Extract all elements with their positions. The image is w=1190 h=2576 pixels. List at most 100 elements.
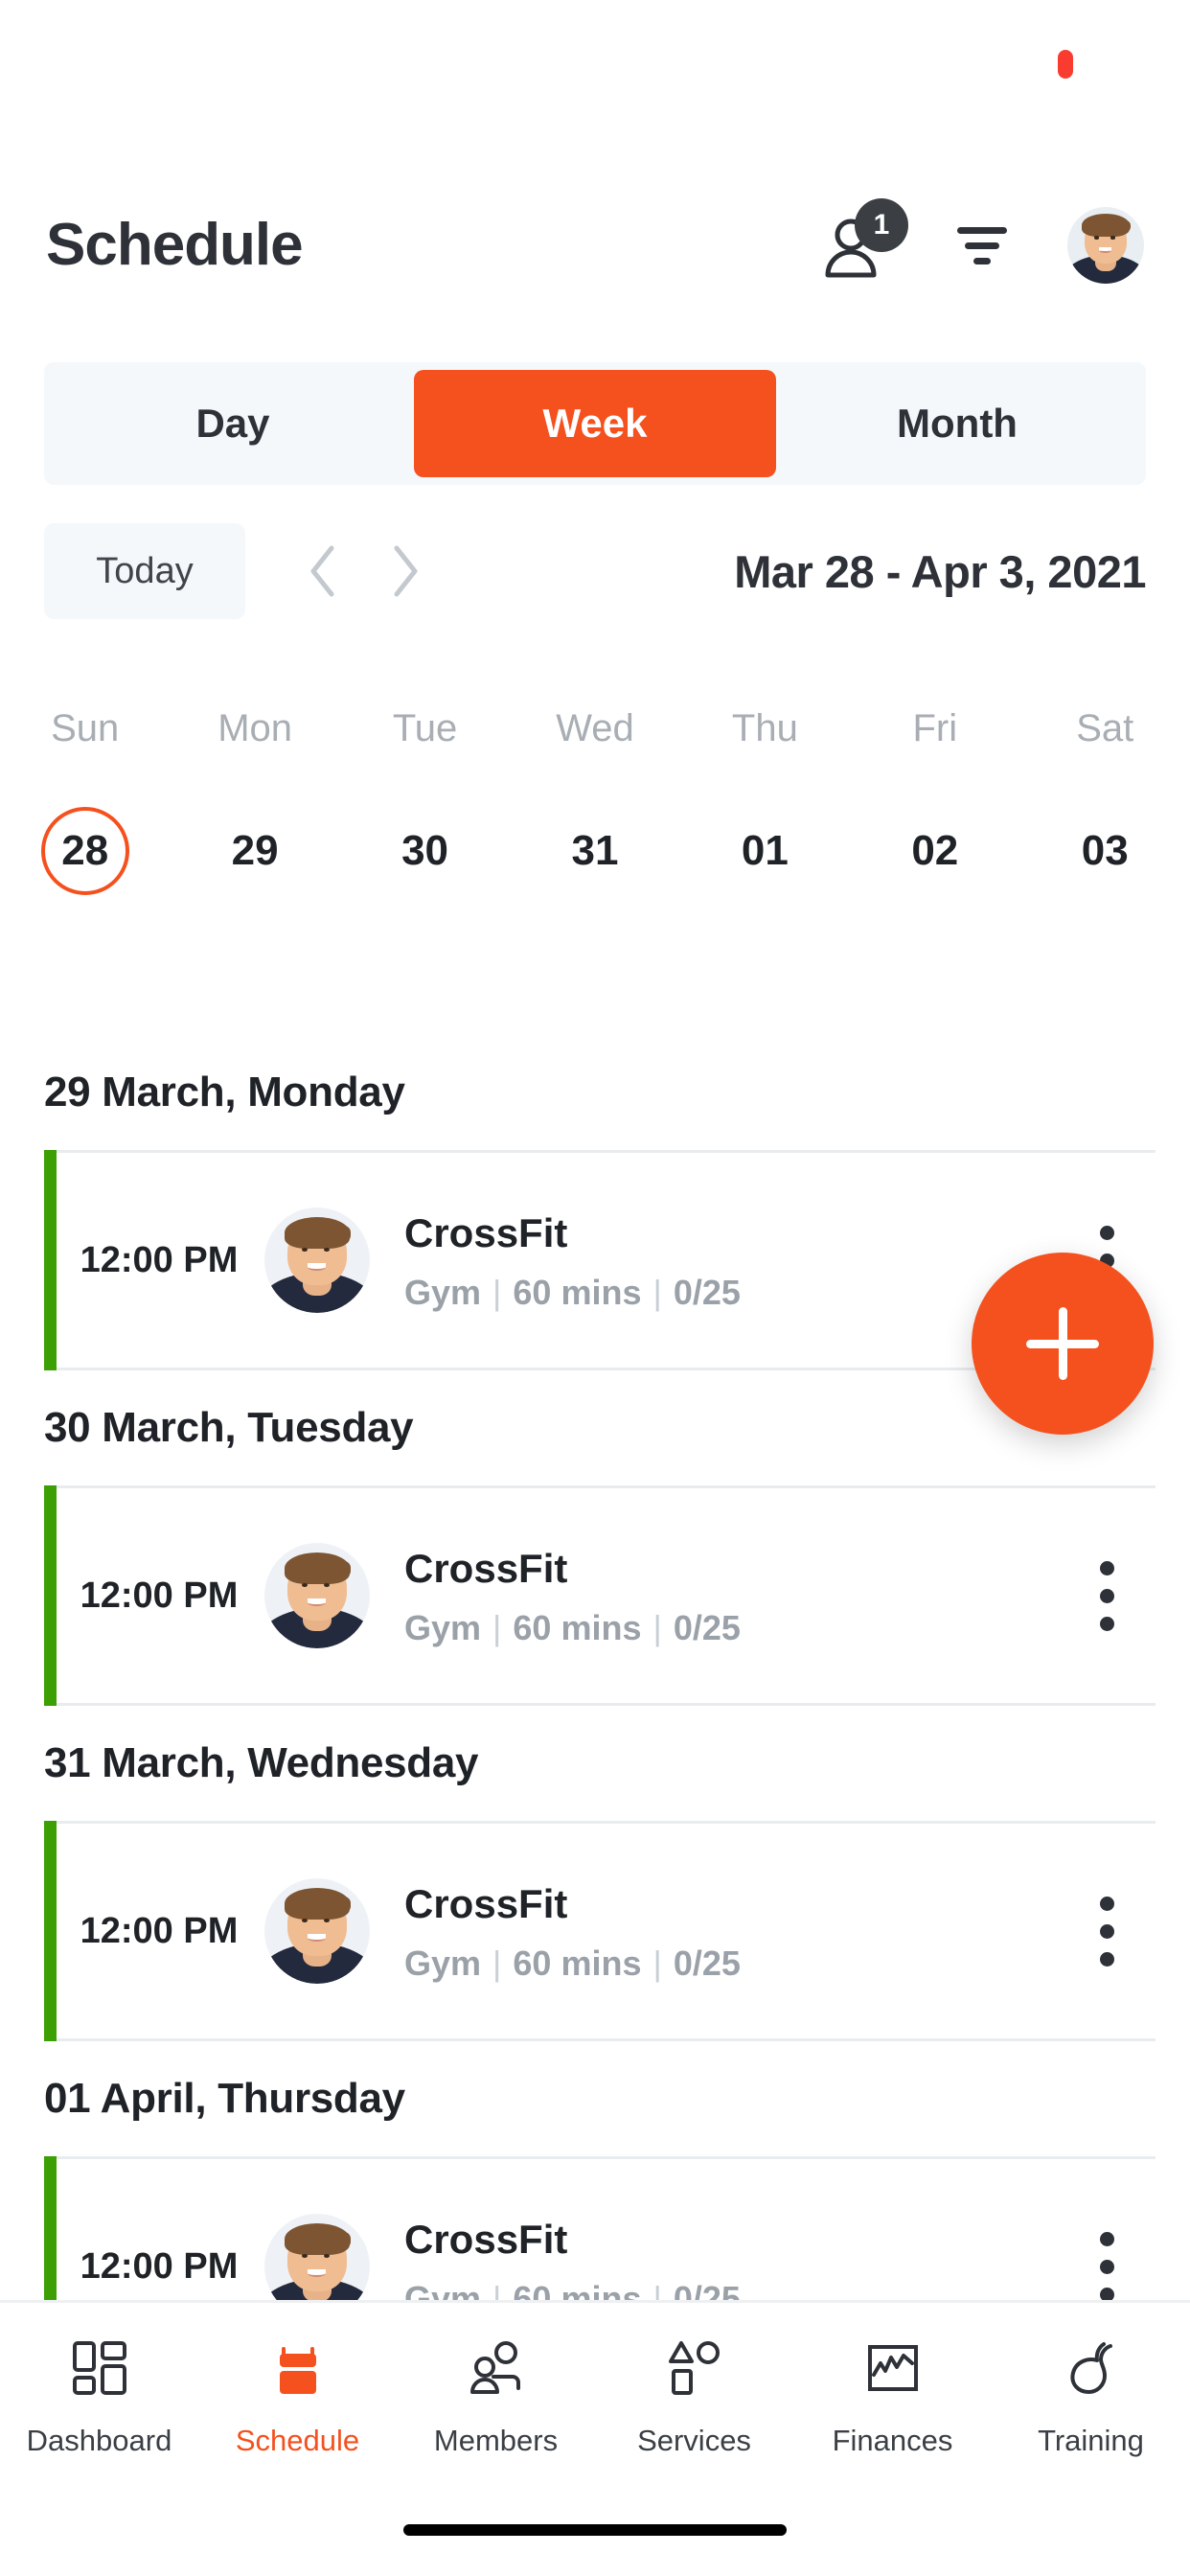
date-cell-selected[interactable]: 28: [40, 807, 129, 895]
nav-item-training[interactable]: Training: [992, 2332, 1190, 2458]
meta-separator: |: [652, 1273, 662, 1313]
date-range-label: Mar 28 - Apr 3, 2021: [734, 545, 1146, 597]
day-header: 31 March, Wednesday: [44, 1739, 479, 1786]
avatar-face: [1067, 207, 1144, 284]
next-week-button[interactable]: [364, 523, 446, 619]
tab-week[interactable]: Week: [414, 370, 776, 477]
recording-indicator-icon: [1058, 50, 1073, 79]
event-time: 12:00 PM: [80, 1575, 239, 1616]
event-meta: Gym | 60 mins | 0/25: [404, 1276, 1064, 1310]
page-title: Schedule: [46, 212, 304, 278]
weekday-label: Fri: [912, 707, 958, 749]
event-time: 12:00 PM: [80, 2245, 239, 2287]
schedule-list[interactable]: 29 March, Monday 12:00 PM CrossFit Gym | 6…: [0, 1035, 1190, 2324]
date-cell[interactable]: 03: [1061, 807, 1149, 895]
weekday-label: Sat: [1076, 707, 1134, 749]
nav-label: Members: [433, 2424, 559, 2457]
event-title: CrossFit: [404, 1545, 568, 1591]
date-cell[interactable]: 31: [551, 807, 639, 895]
day-header: 29 March, Monday: [44, 1069, 405, 1116]
nav-item-finances[interactable]: Finances: [793, 2332, 992, 2458]
chart-icon: [863, 2332, 923, 2404]
header-actions: 1: [822, 198, 1144, 284]
event-card[interactable]: 12:00 PM CrossFit Gym | 60 mins | 0/25: [44, 2156, 1156, 2324]
tab-day[interactable]: Day: [52, 370, 414, 477]
nav-item-members[interactable]: Members: [397, 2332, 595, 2458]
filter-line-1: [957, 226, 1007, 234]
event-trainer-avatar: [264, 1543, 370, 1648]
date-navigation: Today Mar 28 - Apr 3, 2021: [44, 518, 1146, 625]
date-cell[interactable]: 01: [721, 807, 809, 895]
shapes-icon: [665, 2332, 724, 2404]
meta-separator: |: [492, 1608, 502, 1648]
event-capacity: 0/25: [673, 1273, 741, 1313]
event-duration: 60 mins: [513, 1273, 642, 1313]
nav-label: Finances: [832, 2424, 953, 2457]
event-duration: 60 mins: [513, 1944, 642, 1984]
calendar-icon: [268, 2332, 328, 2404]
meta-separator: |: [492, 1273, 502, 1313]
date-cell[interactable]: 30: [381, 807, 469, 895]
weekday-label: Wed: [556, 707, 634, 749]
app-header: Schedule 1: [0, 188, 1190, 303]
notification-badge: 1: [855, 198, 908, 252]
people-icon: [467, 2332, 526, 2404]
event-title: CrossFit: [404, 2216, 568, 2262]
nav-item-dashboard[interactable]: Dashboard: [0, 2332, 198, 2458]
weekday-label: Tue: [392, 707, 458, 749]
event-card[interactable]: 12:00 PM CrossFit Gym | 60 mins | 0/25: [44, 1821, 1156, 2041]
weekday-dates-row: 28 29 30 31 01 02 03: [0, 807, 1190, 895]
meta-separator: |: [652, 1944, 662, 1984]
event-time: 12:00 PM: [80, 1239, 239, 1280]
event-meta: Gym | 60 mins | 0/25: [404, 1611, 1064, 1645]
nav-item-schedule[interactable]: Schedule: [198, 2332, 397, 2458]
avatar[interactable]: [1067, 207, 1144, 284]
event-options-button[interactable]: [1064, 1896, 1150, 1966]
event-capacity: 0/25: [673, 1944, 741, 1984]
event-info: CrossFit Gym | 60 mins | 0/25: [404, 1210, 1064, 1310]
event-location: Gym: [404, 1944, 482, 1984]
day-header: 01 April, Thursday: [44, 2075, 405, 2122]
tab-month[interactable]: Month: [776, 370, 1138, 477]
view-mode-tabs: Day Week Month: [44, 362, 1146, 485]
status-bar: [0, 0, 1190, 105]
event-info: CrossFit Gym | 60 mins | 0/25: [404, 1881, 1064, 1981]
nav-label: Dashboard: [26, 2424, 172, 2457]
app-screen: Schedule 1 Day Week Month Today Mar 28 -…: [0, 0, 1190, 2576]
nav-label: Services: [637, 2424, 751, 2457]
notifications-person-button[interactable]: 1: [822, 198, 908, 283]
today-button[interactable]: Today: [44, 523, 245, 619]
meta-separator: |: [492, 1944, 502, 1984]
event-time: 12:00 PM: [80, 1910, 239, 1951]
event-card[interactable]: 12:00 PM CrossFit Gym | 60 mins | 0/25: [44, 1485, 1156, 1706]
grid-icon: [70, 2332, 129, 2404]
event-accent-bar: [44, 1150, 57, 1370]
weekday-labels-row: Sun Mon Tue Wed Thu Fri Sat: [0, 709, 1190, 748]
event-title: CrossFit: [404, 1880, 568, 1926]
event-options-button[interactable]: [1064, 1560, 1150, 1631]
event-options-button[interactable]: [1064, 2231, 1150, 2302]
event-capacity: 0/25: [673, 1608, 741, 1648]
event-duration: 60 mins: [513, 1608, 642, 1648]
filter-icon[interactable]: [952, 216, 1012, 275]
filter-line-2: [965, 242, 999, 249]
weekday-label: Sun: [51, 707, 120, 749]
prev-week-button[interactable]: [282, 523, 364, 619]
event-trainer-avatar: [264, 1878, 370, 1984]
add-event-fab[interactable]: [972, 1253, 1154, 1435]
date-cell[interactable]: 29: [211, 807, 299, 895]
event-title: CrossFit: [404, 1209, 568, 1255]
event-meta: Gym | 60 mins | 0/25: [404, 1946, 1064, 1981]
event-trainer-avatar: [264, 1208, 370, 1313]
week-strip: Sun Mon Tue Wed Thu Fri Sat 28 29 30 31 …: [0, 709, 1190, 895]
event-info: CrossFit Gym | 60 mins | 0/25: [404, 1546, 1064, 1645]
event-accent-bar: [44, 2156, 57, 2324]
filter-line-3: [973, 257, 991, 264]
date-cell[interactable]: 02: [891, 807, 979, 895]
event-location: Gym: [404, 1273, 482, 1313]
chevron-left-icon: [310, 545, 334, 597]
chevron-right-icon: [394, 545, 418, 597]
weekday-label: Thu: [731, 707, 798, 749]
nav-item-services[interactable]: Services: [595, 2332, 793, 2458]
event-accent-bar: [44, 1821, 57, 2041]
